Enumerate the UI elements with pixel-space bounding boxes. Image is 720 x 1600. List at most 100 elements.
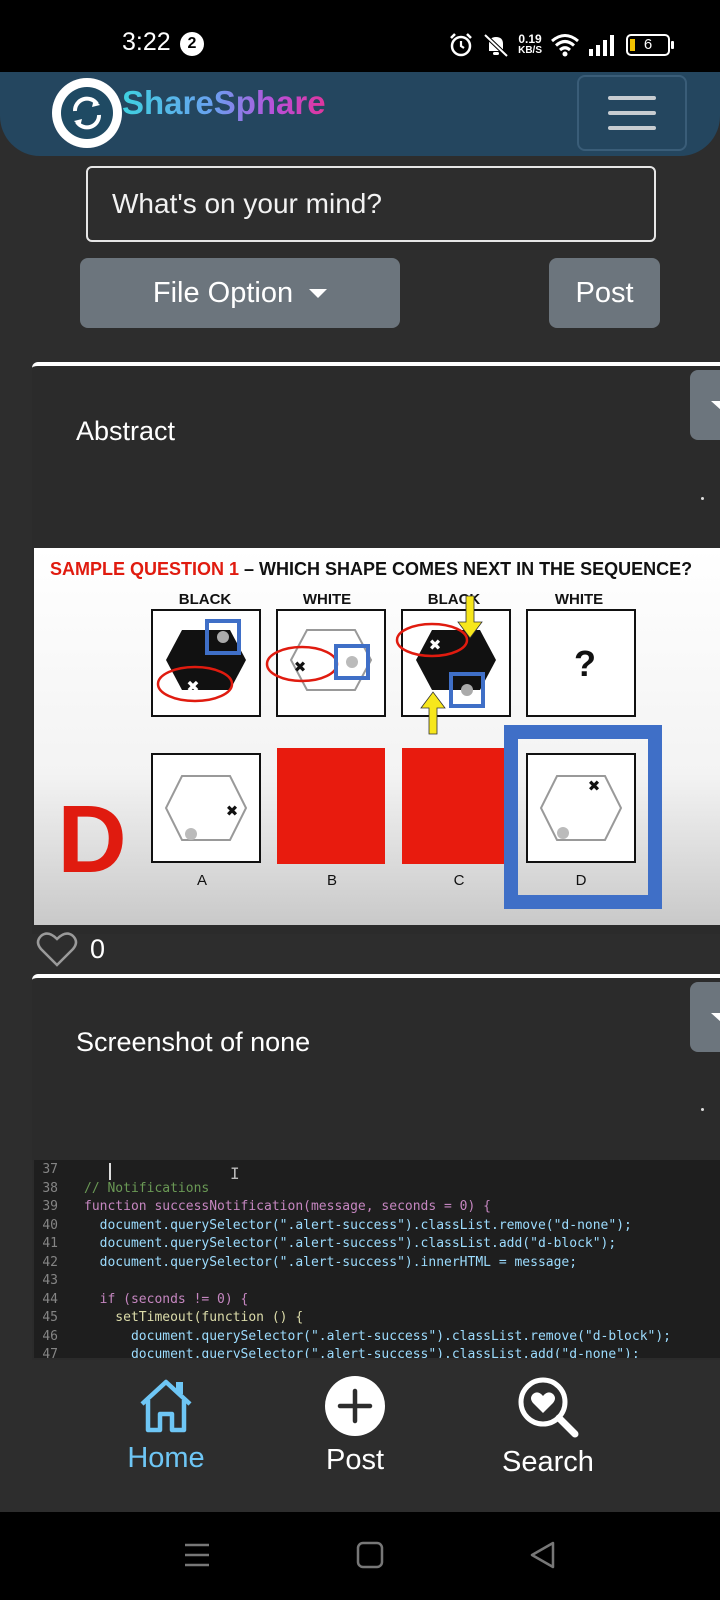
caret-down-icon — [309, 288, 328, 298]
code-line: 38 // Notifications — [34, 1179, 209, 1198]
code-text: document.querySelector(".alert-success")… — [84, 1236, 617, 1251]
answer-option — [277, 748, 385, 864]
post-image[interactable]: 37 38 // Notifications 39 function successNo… — [34, 1160, 720, 1358]
nav-post-label: Post — [325, 1444, 385, 1476]
option-label: D — [576, 872, 587, 889]
nav-home-label: Home — [127, 1442, 205, 1474]
svg-text:✖: ✖ — [588, 777, 601, 795]
svg-text:✖: ✖ — [429, 636, 442, 654]
column-label: WHITE — [303, 591, 351, 608]
home-button-icon[interactable] — [356, 1541, 384, 1569]
code-text: setTimeout(function () { — [84, 1310, 304, 1325]
file-option-label: File Option — [152, 276, 294, 309]
line-number: 47 — [42, 1347, 58, 1358]
post-text-input[interactable] — [86, 166, 656, 242]
like-row: 0 — [36, 928, 105, 970]
code-line: 45 setTimeout(function () { — [34, 1308, 303, 1327]
missing-shape-box: ? — [526, 609, 636, 717]
signal-icon — [589, 35, 614, 56]
plus-circle-icon — [325, 1376, 385, 1436]
line-number: 43 — [42, 1273, 58, 1288]
notification-count-badge: 2 — [180, 32, 204, 56]
code-line: 46 document.querySelector(".alert-succes… — [34, 1327, 671, 1346]
caret-down-icon — [711, 1012, 720, 1022]
post-image[interactable]: SAMPLE QUESTION 1 – WHICH SHAPE COMES NE… — [34, 548, 720, 925]
question-heading: SAMPLE QUESTION 1 – WHICH SHAPE COMES NE… — [50, 559, 692, 579]
alarm-icon — [450, 33, 472, 57]
post-submit-button[interactable]: Post — [549, 258, 660, 328]
system-navigation-bar — [0, 1512, 720, 1600]
back-icon[interactable] — [528, 1540, 556, 1570]
muted-bell-icon — [483, 33, 509, 58]
svg-text:✖: ✖ — [186, 677, 199, 696]
menu-toggle-button[interactable] — [577, 75, 687, 151]
like-count: 0 — [90, 933, 106, 964]
code-line: 41 document.querySelector(".alert-succes… — [34, 1234, 616, 1253]
network-speed: 0.19 KB/S — [518, 32, 542, 56]
line-number: 41 — [42, 1236, 58, 1251]
post-title: Screenshot of none — [76, 1027, 311, 1057]
menu-bar — [608, 126, 656, 130]
code-line: 37 — [34, 1160, 84, 1179]
heart-icon[interactable] — [36, 930, 78, 968]
text-cursor — [109, 1163, 111, 1180]
code-text: function successNotification(message, se… — [84, 1199, 491, 1214]
post-options-button[interactable] — [690, 370, 720, 440]
column-label: BLACK — [179, 591, 232, 608]
code-text: if (seconds != 0) { — [84, 1291, 249, 1307]
code-line: 42 document.querySelector(".alert-succes… — [34, 1253, 577, 1272]
line-number: 37 — [42, 1162, 58, 1177]
svg-text:✖: ✖ — [294, 658, 307, 676]
sequence-box: ✖ — [265, 609, 386, 717]
code-line: 43 — [34, 1271, 84, 1290]
code-line: 40 document.querySelector(".alert-succes… — [34, 1216, 632, 1235]
ibeam-cursor-icon: I — [230, 1164, 240, 1183]
answer-option — [402, 748, 510, 864]
wifi-icon — [551, 34, 579, 57]
answer-option: ✖ — [151, 753, 261, 863]
line-number: 46 — [42, 1328, 58, 1344]
recents-icon[interactable] — [183, 1542, 211, 1568]
code-line: 39 function successNotification(message, … — [34, 1197, 491, 1216]
option-label: C — [454, 872, 465, 889]
caret-down-icon — [711, 400, 720, 410]
nav-search[interactable]: Search — [448, 1376, 648, 1479]
status-time: 3:22 — [122, 28, 171, 56]
file-option-dropdown[interactable]: File Option — [80, 258, 400, 328]
column-label: WHITE — [555, 591, 603, 608]
menu-bar — [608, 111, 656, 115]
code-line: 44 if (seconds != 0) { — [34, 1290, 248, 1309]
battery-icon: 6 — [626, 34, 674, 56]
home-icon — [140, 1379, 192, 1433]
status-icons: 0.19 KB/S 6 — [448, 30, 674, 60]
post-title: Abstract — [76, 416, 176, 446]
question-mark: ? — [574, 643, 596, 684]
app-logo[interactable] — [52, 78, 122, 148]
sequence-box: ✖ — [151, 609, 261, 717]
app-brand-name[interactable]: ShareSphare — [122, 84, 326, 122]
app-header: ShareSphare — [0, 72, 720, 156]
line-number: 45 — [42, 1310, 58, 1325]
code-text: document.querySelector(".alert-success")… — [84, 1254, 578, 1270]
post-dot — [701, 497, 704, 500]
nav-search-label: Search — [502, 1446, 594, 1478]
app-root: 3:22 2 0.19 KB/S 6 ShareSphare What's on… — [0, 0, 720, 1600]
share-logo-icon — [61, 87, 113, 139]
status-bar: 3:22 2 0.19 KB/S 6 — [0, 0, 720, 72]
code-text: document.querySelector(".alert-success")… — [84, 1347, 640, 1358]
line-number: 42 — [42, 1254, 58, 1270]
nav-home[interactable]: Home — [66, 1376, 266, 1475]
line-number: 38 — [42, 1180, 58, 1196]
code-line: 47 document.querySelector(".alert-succes… — [34, 1345, 640, 1358]
line-number: 40 — [42, 1217, 58, 1233]
post-options-button[interactable] — [690, 982, 720, 1052]
nav-post[interactable]: Post — [255, 1376, 455, 1477]
code-text: // Notifications — [84, 1180, 210, 1196]
option-label: B — [327, 872, 337, 889]
sequence-box: ✖ — [395, 595, 511, 735]
bottom-navigation: Home Post Search — [0, 1360, 720, 1512]
code-text: document.querySelector(".alert-success")… — [84, 1328, 671, 1344]
post-dot — [701, 1108, 704, 1111]
menu-bar — [608, 96, 656, 100]
heart-search-icon — [518, 1377, 579, 1438]
